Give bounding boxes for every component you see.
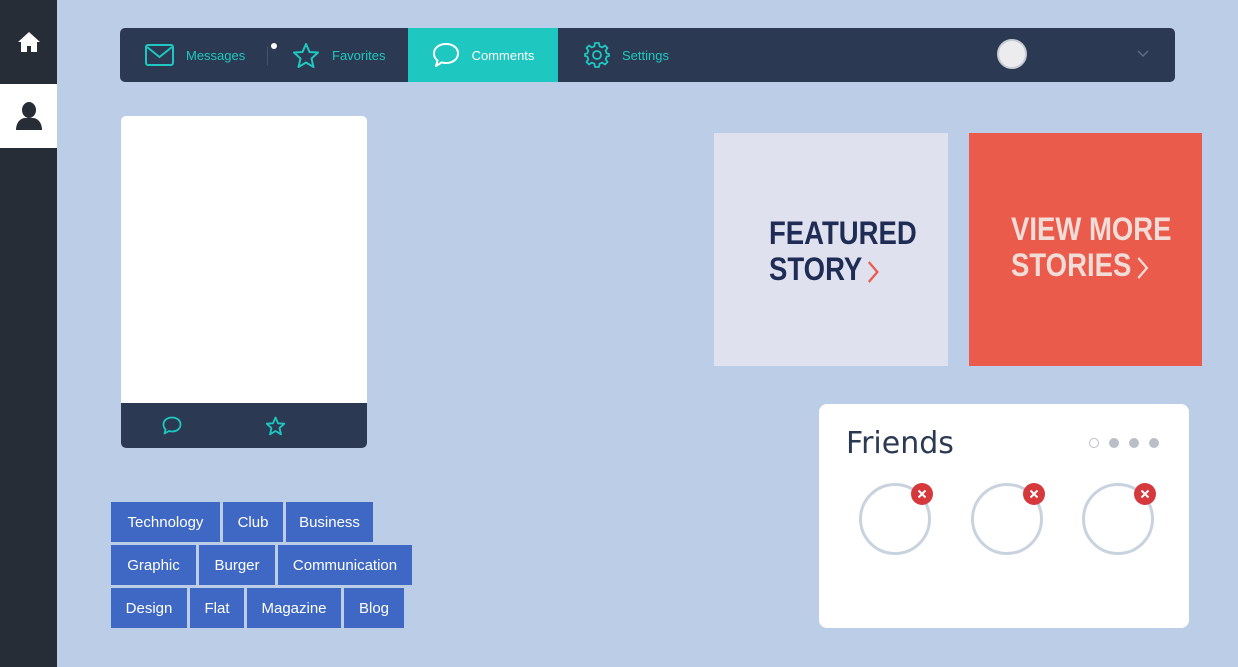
avatar[interactable]: [997, 39, 1027, 69]
card-footer: [121, 403, 367, 448]
page-dot-2[interactable]: [1109, 438, 1119, 448]
view-more-stories-tile[interactable]: VIEW MORE STORIES: [969, 133, 1202, 366]
tag-technology[interactable]: Technology: [111, 502, 220, 542]
featured-story-tile[interactable]: FEATURED STORY: [714, 133, 948, 366]
tag-magazine[interactable]: Magazine: [247, 588, 341, 628]
nav-favorites-label: Favorites: [332, 47, 386, 63]
featured-line-2: STORY: [769, 251, 863, 287]
chevron-right-icon: [868, 260, 880, 283]
featured-story-text: FEATURED STORY: [769, 215, 917, 287]
nav-messages[interactable]: Messages: [145, 28, 277, 82]
view-more-text: VIEW MORE STORIES: [1011, 211, 1172, 283]
tag-cloud: Technology Club Business Graphic Burger …: [111, 502, 421, 631]
tag-blog[interactable]: Blog: [344, 588, 404, 628]
home-icon: [17, 32, 40, 52]
home-button[interactable]: [0, 0, 57, 84]
view-more-line-2-wrap: STORIES: [1011, 247, 1172, 283]
page-dot-1[interactable]: [1089, 438, 1099, 448]
tag-club[interactable]: Club: [223, 502, 283, 542]
nav-divider: [267, 47, 268, 65]
friends-title: Friends: [846, 426, 954, 461]
remove-friend-button[interactable]: [911, 483, 933, 505]
chevron-down-icon[interactable]: [1137, 50, 1149, 58]
close-icon: [1140, 489, 1150, 499]
view-more-line-2: STORIES: [1011, 247, 1132, 283]
close-icon: [917, 489, 927, 499]
close-icon: [1029, 489, 1039, 499]
tag-design[interactable]: Design: [111, 588, 187, 628]
pagination-dots: [1089, 438, 1169, 448]
profile-button[interactable]: [0, 84, 57, 148]
card-image-area: [121, 116, 367, 403]
tag-burger[interactable]: Burger: [199, 545, 275, 585]
tag-row: Technology Club Business: [111, 502, 421, 542]
nav-comments-label: Comments: [471, 47, 535, 63]
top-navigation: Messages Favorites Comments Settings: [120, 28, 1175, 82]
nav-favorites[interactable]: Favorites: [292, 28, 385, 82]
nav-settings[interactable]: Settings: [584, 28, 669, 82]
friend-item: [971, 483, 1045, 555]
tag-business[interactable]: Business: [286, 502, 373, 542]
comment-icon[interactable]: [162, 416, 182, 435]
nav-messages-label: Messages: [186, 47, 246, 63]
nav-comments[interactable]: Comments: [408, 28, 558, 82]
gear-icon: [584, 42, 610, 68]
tag-communication[interactable]: Communication: [278, 545, 412, 585]
tag-row: Graphic Burger Communication: [111, 545, 421, 585]
post-card: [121, 116, 367, 448]
page-dot-4[interactable]: [1149, 438, 1159, 448]
star-icon: [293, 42, 319, 68]
remove-friend-button[interactable]: [1134, 483, 1156, 505]
star-icon[interactable]: [265, 416, 286, 436]
friend-item: [1082, 483, 1156, 555]
featured-line-2-wrap: STORY: [769, 251, 917, 287]
remove-friend-button[interactable]: [1023, 483, 1045, 505]
friends-panel: Friends: [819, 404, 1189, 628]
page-dot-3[interactable]: [1129, 438, 1139, 448]
chevron-right-icon: [1137, 256, 1149, 279]
tag-graphic[interactable]: Graphic: [111, 545, 196, 585]
mail-icon: [145, 44, 174, 66]
friend-item: [859, 483, 933, 555]
left-rail: [0, 0, 57, 667]
featured-line-1: FEATURED: [769, 215, 917, 251]
nav-settings-label: Settings: [622, 47, 669, 63]
tag-row: Design Flat Magazine Blog: [111, 588, 421, 628]
comment-icon: [432, 43, 459, 67]
tag-flat[interactable]: Flat: [190, 588, 244, 628]
view-more-line-1: VIEW MORE: [1011, 211, 1172, 247]
notification-dot: [271, 43, 277, 49]
user-icon: [15, 102, 42, 130]
